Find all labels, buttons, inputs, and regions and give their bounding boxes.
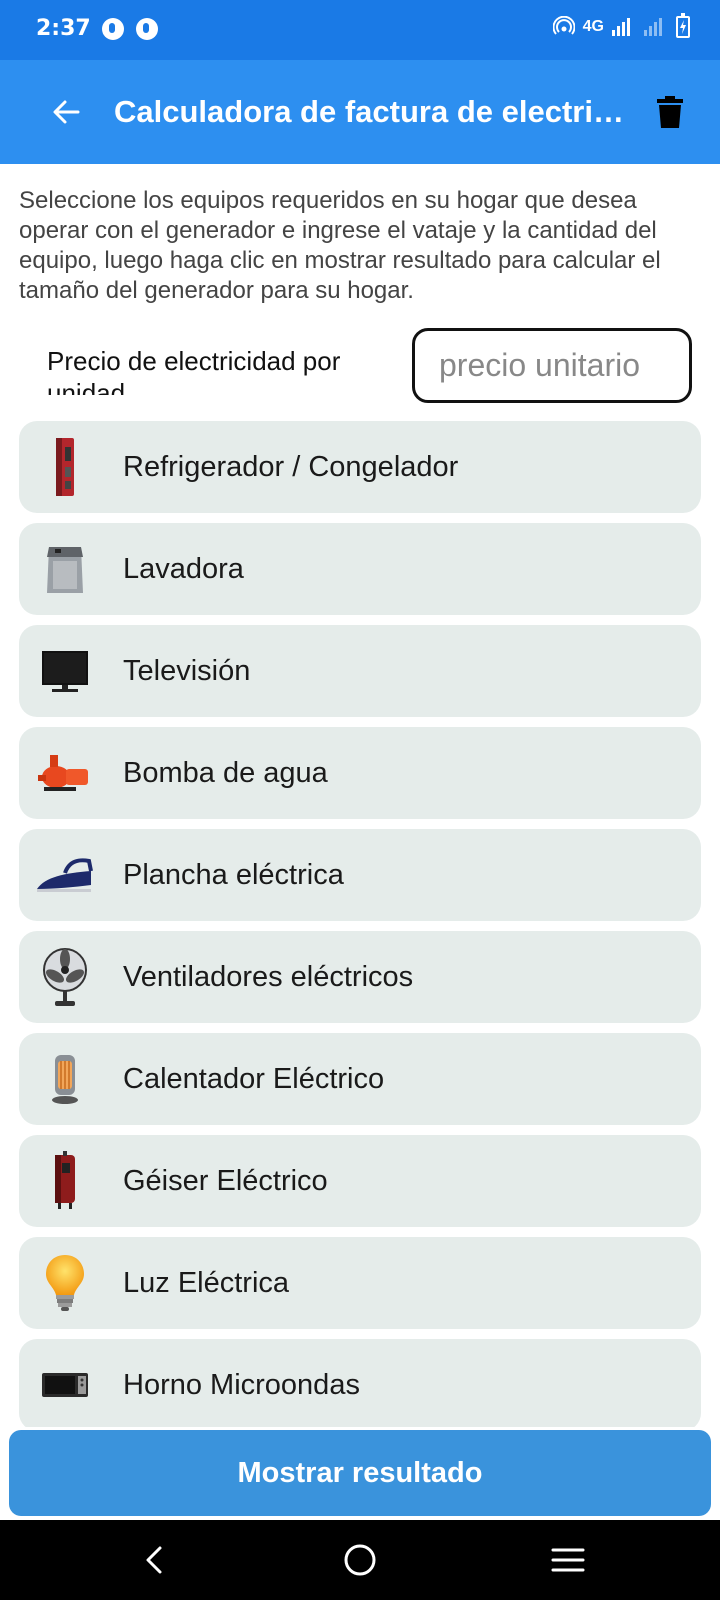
appliance-item-fan[interactable]: Ventiladores eléctricos (19, 931, 701, 1023)
delete-button[interactable] (648, 90, 692, 134)
appliance-label: Bomba de agua (123, 756, 328, 789)
appliance-list: Refrigerador / Congelador Lavadora Telev… (19, 421, 701, 1427)
appliance-item-geyser[interactable]: Géiser Eléctrico (19, 1135, 701, 1227)
show-result-button[interactable]: Mostrar resultado (9, 1430, 711, 1516)
unit-price-input[interactable] (412, 328, 692, 403)
instructions-text: Seleccione los equipos requeridos en su … (19, 187, 661, 304)
nav-home-button[interactable] (338, 1538, 382, 1582)
network-type: 4G (582, 18, 604, 35)
appliance-label: Géiser Eléctrico (123, 1164, 328, 1197)
nav-recents-button[interactable] (546, 1538, 590, 1582)
menu-lines-icon (551, 1548, 585, 1572)
heater-icon (35, 1047, 95, 1111)
battery-icon (676, 13, 690, 38)
appliance-label: Refrigerador / Congelador (123, 450, 459, 483)
appliance-label: Lavadora (123, 552, 244, 585)
appliance-item-refrigerator[interactable]: Refrigerador / Congelador (19, 421, 701, 513)
appliance-label: Calentador Eléctrico (123, 1062, 385, 1095)
fan-icon (35, 945, 95, 1009)
appliance-label: Luz Eléctrica (123, 1266, 290, 1299)
water-pump-icon (35, 741, 95, 805)
iron-icon (35, 843, 95, 907)
nav-back-button[interactable] (132, 1538, 176, 1582)
appliance-item-water-pump[interactable]: Bomba de agua (19, 727, 701, 819)
notification-icons (102, 18, 158, 40)
appliance-item-iron[interactable]: Plancha eléctrica (19, 829, 701, 921)
refrigerator-icon (35, 435, 95, 499)
signal-icon (612, 18, 630, 36)
appliance-label: Ventiladores eléctricos (123, 960, 414, 993)
app-notification-icon (136, 18, 158, 40)
appliance-item-heater[interactable]: Calentador Eléctrico (19, 1033, 701, 1125)
app-bar: Calculadora de factura de electricidad (0, 60, 720, 164)
home-circle-icon (344, 1544, 376, 1576)
television-icon (35, 639, 95, 703)
washing-machine-icon (35, 537, 95, 601)
system-nav-bar (0, 1520, 720, 1600)
light-bulb-icon (35, 1251, 95, 1315)
appliance-item-television[interactable]: Televisión (19, 625, 701, 717)
status-time: 2:37 (36, 16, 91, 41)
appliance-item-microwave[interactable]: Horno Microondas (19, 1339, 701, 1427)
appliance-label: Horno Microondas (123, 1368, 360, 1401)
arrow-left-icon (53, 100, 80, 124)
app-notification-icon (102, 18, 124, 40)
geyser-icon (35, 1149, 95, 1213)
appliance-item-light[interactable]: Luz Eléctrica (19, 1237, 701, 1329)
microwave-icon (35, 1353, 95, 1417)
appliance-label: Plancha eléctrica (123, 858, 344, 891)
trash-icon (657, 96, 683, 128)
status-indicators: 4G (552, 13, 690, 38)
page-title: Calculadora de factura de electricidad (114, 94, 628, 129)
signal-icon (644, 18, 662, 36)
chevron-left-icon (146, 1546, 162, 1574)
back-button[interactable] (44, 90, 88, 134)
appliance-label: Televisión (123, 654, 251, 687)
status-bar: 2:37 4G (0, 0, 720, 60)
appliance-item-washing-machine[interactable]: Lavadora (19, 523, 701, 615)
hotspot-icon (552, 16, 575, 35)
price-label: Precio de electricidad por unidad (47, 346, 341, 395)
